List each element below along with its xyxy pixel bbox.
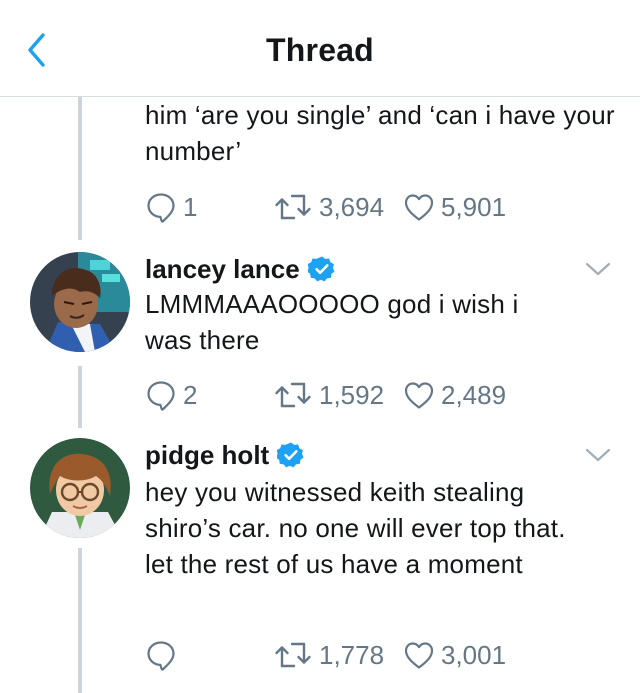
reply-button[interactable]: 2	[145, 377, 197, 413]
avatar-image	[30, 438, 130, 538]
retweet-icon	[273, 379, 313, 411]
retweet-button[interactable]: 1,778	[273, 637, 384, 673]
thread-line	[78, 97, 82, 240]
reply-icon	[145, 191, 177, 223]
verified-badge-icon	[277, 441, 305, 469]
tweet-text: LMMMAAAOOOOO god i wish i was there	[145, 289, 519, 355]
heart-icon	[403, 379, 435, 411]
like-count: 3,001	[441, 640, 507, 670]
heart-icon	[403, 639, 435, 671]
retweet-button[interactable]: 3,694	[273, 189, 384, 225]
author-row: pidge holt	[145, 438, 305, 472]
retweet-count: 1,592	[319, 380, 385, 410]
reply-count: 2	[183, 380, 198, 410]
chevron-down-icon[interactable]	[584, 445, 612, 465]
retweet-icon	[273, 639, 313, 671]
retweet-count: 3,694	[319, 192, 385, 222]
reply-button[interactable]	[145, 637, 183, 673]
tweet-text: hey you witnessed keith stealing shiro’s…	[145, 477, 566, 579]
like-count: 2,489	[441, 380, 507, 410]
reply-button[interactable]: 1	[145, 189, 197, 225]
page-title: Thread	[266, 32, 374, 68]
like-button[interactable]: 3,001	[403, 637, 506, 673]
verified-badge-icon	[308, 255, 336, 283]
like-count: 5,901	[441, 192, 507, 222]
retweet-icon	[273, 191, 313, 223]
avatar[interactable]	[30, 438, 130, 538]
tweet-text: him ‘are you single’ and ‘can i have you…	[145, 100, 615, 166]
thread-line	[78, 548, 82, 693]
avatar-image	[30, 252, 130, 352]
reply-count: 1	[183, 192, 198, 222]
tweet-actions: 2 1,592 2,489	[145, 377, 615, 413]
reply-icon	[145, 639, 177, 671]
retweet-button[interactable]: 1,592	[273, 377, 384, 413]
author-name[interactable]: lancey lance	[145, 252, 300, 286]
chevron-down-icon[interactable]	[584, 259, 612, 279]
avatar[interactable]	[30, 252, 130, 352]
heart-icon	[403, 191, 435, 223]
thread-line	[78, 366, 82, 428]
retweet-count: 1,778	[319, 640, 385, 670]
thread-header: Thread	[0, 0, 640, 97]
like-button[interactable]: 5,901	[403, 189, 506, 225]
like-button[interactable]: 2,489	[403, 377, 506, 413]
author-row: lancey lance	[145, 252, 336, 286]
tweet-actions: 1 3,694 5,901	[145, 189, 615, 225]
author-name[interactable]: pidge holt	[145, 438, 269, 472]
tweet-actions: 1,778 3,001	[145, 637, 615, 673]
reply-icon	[145, 379, 177, 411]
